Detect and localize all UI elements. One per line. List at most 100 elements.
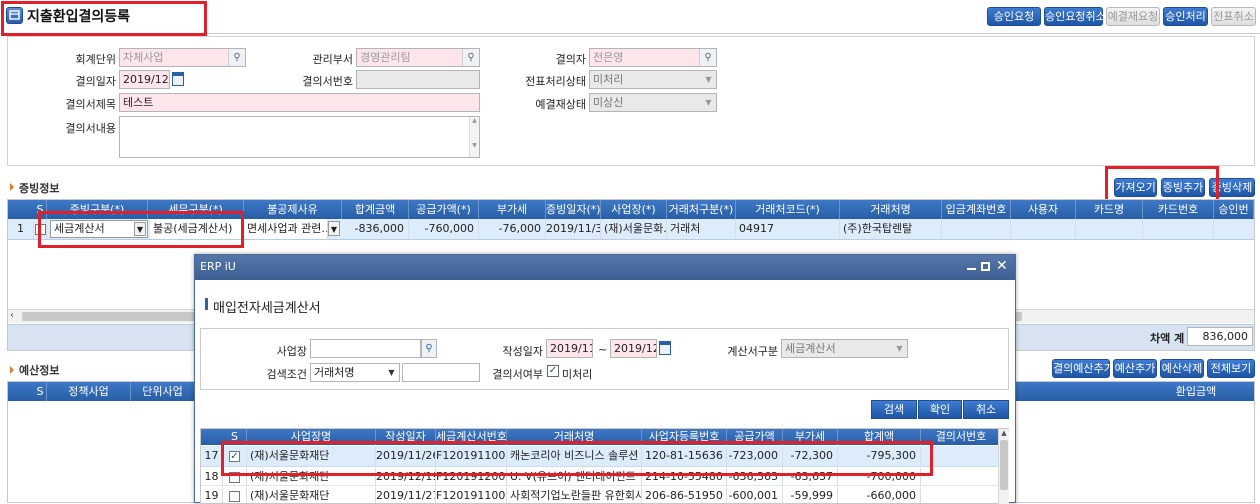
delete-evidence-button[interactable]: 증빙삭제 <box>1209 178 1255 197</box>
row-number: 18 <box>201 468 223 486</box>
slip-status-select[interactable]: 미처리 ▼ <box>589 70 717 89</box>
vendor-cell: 사회적기업노란들판 유한회사 <box>507 487 642 503</box>
doc-content-textarea[interactable]: ▲ ▼ <box>119 116 480 158</box>
pre-status-select[interactable]: 미상신 ▼ <box>589 93 717 112</box>
delete-budget-button[interactable]: 예산삭제 <box>1160 359 1204 378</box>
total-cell: -660,000 <box>838 487 921 503</box>
table-row[interactable]: 18 (재)서울문화재단 2019/12/19 F120191200246 U.… <box>201 468 1002 486</box>
table-row[interactable]: 17 ✓ (재)서울문화재단 2019/11/26 F120191100182 … <box>201 446 1002 467</box>
col-header: 불공제사유 <box>244 200 342 219</box>
cancel-approval-request-button[interactable]: 승인요청취소 <box>1044 7 1106 26</box>
calendar-icon[interactable] <box>659 341 671 355</box>
col-header: 합계액 <box>838 429 921 445</box>
modal-search-button[interactable]: 검색 <box>871 400 917 419</box>
tax-type-cell[interactable]: 불공(세금계산서) <box>150 219 244 239</box>
approver-label: 결의자 <box>555 53 586 66</box>
modal-approved-checkbox[interactable]: ✓ <box>547 365 559 377</box>
pre-status-label: 예결재상태 <box>535 98 586 111</box>
pre-approval-request-button[interactable]: 예결재요청 <box>1106 7 1160 26</box>
user-cell <box>1011 219 1076 239</box>
doc-content-label: 결의서내용 <box>65 122 116 135</box>
col-header: 거래처코드(*) <box>736 200 840 219</box>
dept-field[interactable]: 경영관리팀 ⚲ <box>356 48 480 67</box>
modal-cancel-button[interactable]: 취소 <box>963 400 1009 419</box>
modal-ok-button[interactable]: 확인 <box>918 400 962 419</box>
col-header: 사업장(*) <box>601 200 667 219</box>
row-checkbox[interactable] <box>34 219 47 239</box>
scroll-thumb[interactable] <box>1000 440 1008 490</box>
modal-biz-field[interactable] <box>310 339 421 358</box>
minimize-icon[interactable] <box>967 268 976 270</box>
approver-field[interactable]: 전은영 ⚲ <box>589 48 717 67</box>
approve-button[interactable]: 승인처리 <box>1163 7 1208 26</box>
chevron-down-icon: ▼ <box>705 75 712 84</box>
add-budget-button[interactable]: 예산추가 <box>1113 359 1157 378</box>
chevron-down-icon: ▼ <box>388 368 395 377</box>
doc-title-label: 결의서제목 <box>65 98 116 111</box>
diff-label: 차액 계 <box>1150 332 1185 345</box>
close-icon[interactable]: ✕ <box>996 258 1008 274</box>
modal-date-from[interactable]: 2019/11/24 <box>546 339 593 358</box>
chevron-left-icon[interactable]: ‹ <box>10 310 14 321</box>
chevron-down-icon: ▼ <box>896 344 903 353</box>
date-label: 결의일자 <box>75 75 116 88</box>
budget-section-title: 예산정보 <box>19 364 60 377</box>
unit-field[interactable]: 자체사업 ⚲ <box>119 48 246 67</box>
date-field[interactable]: 2019/12/24 <box>119 70 170 89</box>
vendor-type-cell: 거래처 <box>667 219 736 239</box>
search-icon[interactable]: ⚲ <box>421 339 437 358</box>
view-all-button[interactable]: 전체보기 <box>1207 359 1255 378</box>
modal-title-bar-icon <box>205 298 208 310</box>
textarea-scrollbar[interactable]: ▲ ▼ <box>469 117 479 157</box>
chevron-down-icon[interactable]: ▼ <box>328 221 340 236</box>
evidence-arrow-icon <box>10 183 14 191</box>
invoice-no-cell: F120191100280 <box>436 487 507 503</box>
col-header: 승인번 <box>1214 200 1254 219</box>
card-no-cell <box>1143 219 1214 239</box>
modal-date-label: 작성일자 <box>502 345 543 358</box>
modal-date-to[interactable]: 2019/12/24 <box>610 339 657 358</box>
account-cell <box>942 219 1011 239</box>
search-icon[interactable]: ⚲ <box>228 49 245 66</box>
table-row[interactable]: 19 (재)서울문화재단 2019/11/27 F120191100280 사회… <box>201 487 1002 503</box>
slip-cancel-button[interactable]: 전표취소 <box>1211 7 1256 26</box>
row-checkbox[interactable]: ✓ <box>223 446 247 466</box>
evidence-grid-header: S 증빙구분(*) 세무구분(*) 불공제사유 합계금액 공급가액(*) 부가세… <box>8 200 1254 219</box>
modal-grid-header: S 사업장명 작성일자 세금계산서번호 거래처명 사업자등록번호 공급가액 부가… <box>201 429 1002 445</box>
modal-biz-label: 사업장 <box>276 345 307 358</box>
fetch-button[interactable]: 가져오기 <box>1114 178 1157 197</box>
modal-search-cond-select[interactable]: 거래처명 ▼ <box>310 363 400 382</box>
reason-cell[interactable]: 면세사업과 관련… <box>244 219 328 239</box>
date-cell: 2019/11/30 <box>546 219 601 239</box>
modal-invoice-type-select[interactable]: 세금계산서 ▼ <box>781 339 908 358</box>
chevron-up-icon[interactable]: ▲ <box>999 429 1009 437</box>
evidence-type-select[interactable]: 세금계산서 ▼ <box>50 220 148 238</box>
vat-cell: -59,999 <box>783 487 838 503</box>
modal-window-title: ERP iU <box>200 260 236 273</box>
col-header: 사업장명 <box>247 429 376 445</box>
row-checkbox[interactable] <box>223 487 247 503</box>
table-row[interactable]: 1 세금계산서 ▼ 불공(세금계산서) 면세사업과 관련… ▼ -836,000 … <box>8 219 1254 240</box>
page-title: 지출환입결의등록 <box>27 9 131 25</box>
modal-search-text[interactable] <box>402 363 480 382</box>
dept-label: 관리부서 <box>312 53 353 66</box>
row-number: 1 <box>8 219 34 239</box>
col-header: 공급가액 <box>727 429 783 445</box>
row-checkbox[interactable] <box>223 468 247 486</box>
supply-cell: -636,363 <box>727 468 783 486</box>
evidence-section-title: 증빙정보 <box>19 182 60 195</box>
search-icon[interactable]: ⚲ <box>462 49 479 66</box>
modal-vscrollbar[interactable]: ▲ <box>998 429 1009 504</box>
chevron-down-icon: ▼ <box>134 222 146 236</box>
request-approval-button[interactable]: 승인요청 <box>987 7 1041 26</box>
maximize-icon[interactable] <box>981 262 990 271</box>
supply-cell: -600,001 <box>727 487 783 503</box>
col-header: 세무구분(*) <box>148 200 244 219</box>
add-evidence-button[interactable]: 증빙추가 <box>1161 178 1205 197</box>
doc-no-field <box>356 70 480 89</box>
doc-title-field[interactable]: 테스트 <box>119 93 480 112</box>
calendar-icon[interactable] <box>172 72 184 86</box>
add-doc-budget-button[interactable]: 결의예산추가 <box>1052 359 1114 378</box>
search-icon[interactable]: ⚲ <box>699 49 716 66</box>
modal-approved-label: 결의서여부 <box>492 368 543 381</box>
